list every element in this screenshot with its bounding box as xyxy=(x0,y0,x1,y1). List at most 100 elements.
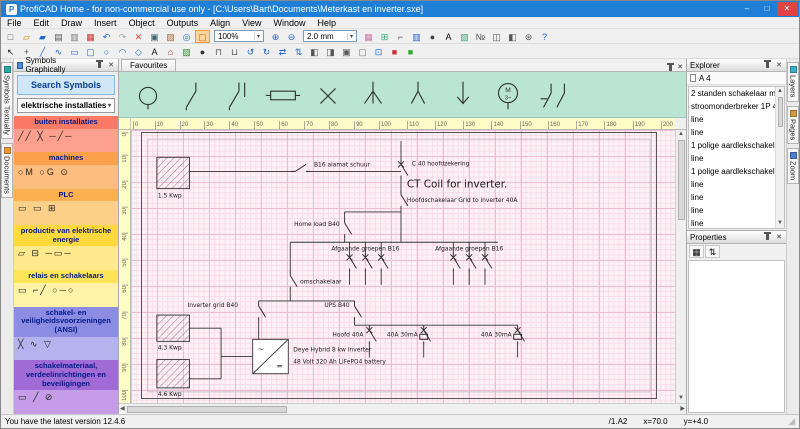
settings-icon[interactable]: ⊛ xyxy=(521,30,536,43)
symbol-category-items[interactable]: ▭ ╱ ⊘ xyxy=(14,390,118,414)
group-breaker-symbol[interactable] xyxy=(465,251,477,274)
offtake-three-icon[interactable] xyxy=(354,77,392,113)
text-icon[interactable]: A xyxy=(147,45,162,58)
explorer-root-row[interactable]: A 4 xyxy=(687,72,786,85)
inverter-symbol[interactable]: ~ = xyxy=(252,338,289,375)
and-gate-icon[interactable]: ⊓ xyxy=(211,45,226,58)
table-icon[interactable]: ◫ xyxy=(489,30,504,43)
zoom-area-icon[interactable]: ⊡ xyxy=(371,45,386,58)
text-tool-icon[interactable]: A xyxy=(441,30,456,43)
symbol-category-header[interactable]: machines xyxy=(14,152,118,166)
polygon-icon[interactable]: ◇ xyxy=(131,45,146,58)
label-rcd-2[interactable]: 40A 30mA xyxy=(481,331,513,338)
grid-size-select[interactable]: 2.0 mm ▾ xyxy=(303,30,357,42)
search-symbols-button[interactable]: Search Symbols xyxy=(17,75,115,95)
group-breaker-symbol[interactable] xyxy=(377,251,389,274)
label-hoofdschakelaar[interactable]: Hoofdschakelaar Grid to inverter 40A xyxy=(407,197,518,204)
changeover-switch-symbol[interactable] xyxy=(289,270,298,292)
explorer-item[interactable]: line xyxy=(689,178,775,191)
undo-icon[interactable]: ↶ xyxy=(99,30,114,43)
resize-grip[interactable]: ◢ xyxy=(788,416,795,427)
label-kwp-1[interactable]: 1.5 Kwp xyxy=(158,193,182,200)
paste-icon[interactable]: ▨ xyxy=(163,30,178,43)
label-kwp-2[interactable]: 4.3 Kwp xyxy=(158,344,182,351)
menu-help[interactable]: Help xyxy=(312,17,343,29)
or-gate-icon[interactable]: ⊔ xyxy=(227,45,242,58)
pin-icon[interactable] xyxy=(764,232,772,240)
horizontal-scrollbar[interactable]: ◀ ▶ xyxy=(119,403,686,414)
label-battery[interactable]: 48 Volt 320 Ah LiFePO4 battery xyxy=(293,359,386,366)
tab-pages[interactable]: Pages xyxy=(787,105,799,144)
label-home-load[interactable]: Home load B40 xyxy=(294,221,340,228)
send-to-back-icon[interactable]: ◨ xyxy=(323,45,338,58)
symbol-group-select[interactable]: elektrische installaties ▾ xyxy=(17,98,115,113)
tab-documents[interactable]: Documents xyxy=(1,142,13,198)
explorer-item[interactable]: line xyxy=(689,191,775,204)
symbol-category-items[interactable]: ╱╱ ╳ ─╱─ xyxy=(14,128,118,153)
close-icon[interactable]: ✕ xyxy=(775,233,783,241)
explorer-scrollbar[interactable]: ▲ ▼ xyxy=(775,87,784,228)
scroll-down-icon[interactable]: ▼ xyxy=(677,394,685,403)
scrollbar-thumb[interactable] xyxy=(126,405,287,413)
alphabetical-sort-icon[interactable]: ⇅ xyxy=(705,245,720,258)
menu-edit[interactable]: Edit xyxy=(28,17,56,29)
ellipse-icon[interactable]: ○ xyxy=(99,45,114,58)
schematic[interactable]: ~ = C 40 hoofdzekering CT Coil for inver… xyxy=(142,133,656,398)
label-hoofd-40a[interactable]: Hoofd 40A xyxy=(332,331,364,338)
label-kwp-3[interactable]: 4.6 Kwp xyxy=(158,391,182,398)
image-insert-icon[interactable]: ▧ xyxy=(457,30,472,43)
print-preview-icon[interactable]: ▥ xyxy=(67,30,82,43)
rcd-symbol-1[interactable] xyxy=(419,324,432,346)
home-load-switch-symbol[interactable] xyxy=(344,217,353,239)
open-icon[interactable]: ▱ xyxy=(19,30,34,43)
scroll-up-icon[interactable]: ▲ xyxy=(776,87,784,96)
scroll-left-icon[interactable]: ◀ xyxy=(119,405,126,414)
copy-icon[interactable]: ▣ xyxy=(147,30,162,43)
explorer-item[interactable]: stroomonderbreker 1P 4 xyxy=(689,100,775,113)
main-40a-breaker-symbol[interactable] xyxy=(365,324,377,346)
close-icon[interactable]: ✕ xyxy=(676,63,684,71)
label-omschakelaar[interactable]: omschakelaar xyxy=(300,279,342,286)
categorized-view-icon[interactable]: ▦ xyxy=(689,245,704,258)
symbol-category-header[interactable]: PLC xyxy=(14,188,118,202)
group-icon[interactable]: ▣ xyxy=(339,45,354,58)
b16-schuur-switch-symbol[interactable] xyxy=(289,163,311,172)
symbol-category-items[interactable]: ▱ ⊟ ─▭─ xyxy=(14,246,118,271)
rcd-symbol-2[interactable] xyxy=(513,324,526,346)
zoom-select[interactable]: 100% ▾ xyxy=(214,30,264,42)
rotate-right-icon[interactable]: ↻ xyxy=(259,45,274,58)
tab-layers[interactable]: Layers xyxy=(787,62,799,102)
pv-array-3[interactable] xyxy=(156,359,190,389)
scrollbar-thumb[interactable] xyxy=(677,140,685,220)
menu-outputs[interactable]: Outputs xyxy=(161,17,205,29)
explorer-item[interactable]: 2 standen schakelaar met u xyxy=(689,87,775,100)
ortho-toggle-icon[interactable]: ⌐ xyxy=(393,30,408,43)
close-icon[interactable]: ✕ xyxy=(775,61,783,69)
two-pole-switch-icon[interactable] xyxy=(534,77,572,113)
label-inverter-grid[interactable]: Inverter grid B40 xyxy=(187,302,238,309)
fill-color-icon[interactable]: ■ xyxy=(403,45,418,58)
layers-icon[interactable]: ▥ xyxy=(409,30,424,43)
group-breaker-symbol[interactable] xyxy=(346,251,358,274)
pin-icon[interactable] xyxy=(96,60,103,68)
tab-favourites[interactable]: Favourites xyxy=(121,59,177,71)
image-icon[interactable]: ▨ xyxy=(179,45,194,58)
cut-icon[interactable]: ✕ xyxy=(131,30,146,43)
stroke-color-icon[interactable]: ■ xyxy=(387,45,402,58)
tab-symbols-textually[interactable]: Symbols Textually xyxy=(1,62,13,139)
flip-vertical-icon[interactable]: ⇅ xyxy=(291,45,306,58)
lamp-cross-icon[interactable] xyxy=(309,77,347,113)
vertical-scrollbar[interactable]: ▲ ▼ xyxy=(675,130,686,403)
rotate-left-icon[interactable]: ↺ xyxy=(243,45,258,58)
offtake-two-icon[interactable] xyxy=(399,77,437,113)
print-icon[interactable]: ▤ xyxy=(51,30,66,43)
pin-icon[interactable] xyxy=(667,63,675,71)
grid-toggle-icon[interactable]: ▦ xyxy=(361,30,376,43)
main-fuse-symbol[interactable] xyxy=(397,158,409,181)
inverter-grid-switch-symbol[interactable] xyxy=(258,300,267,322)
panel-toggle-icon[interactable]: ◧ xyxy=(505,30,520,43)
switch-double-icon[interactable] xyxy=(219,77,257,113)
pin-icon[interactable] xyxy=(764,60,772,68)
label-afgaande-2[interactable]: Afgaande groepen B16 xyxy=(435,245,503,252)
symbol-category-items[interactable]: ╳ ∿ ▽ xyxy=(14,336,118,361)
